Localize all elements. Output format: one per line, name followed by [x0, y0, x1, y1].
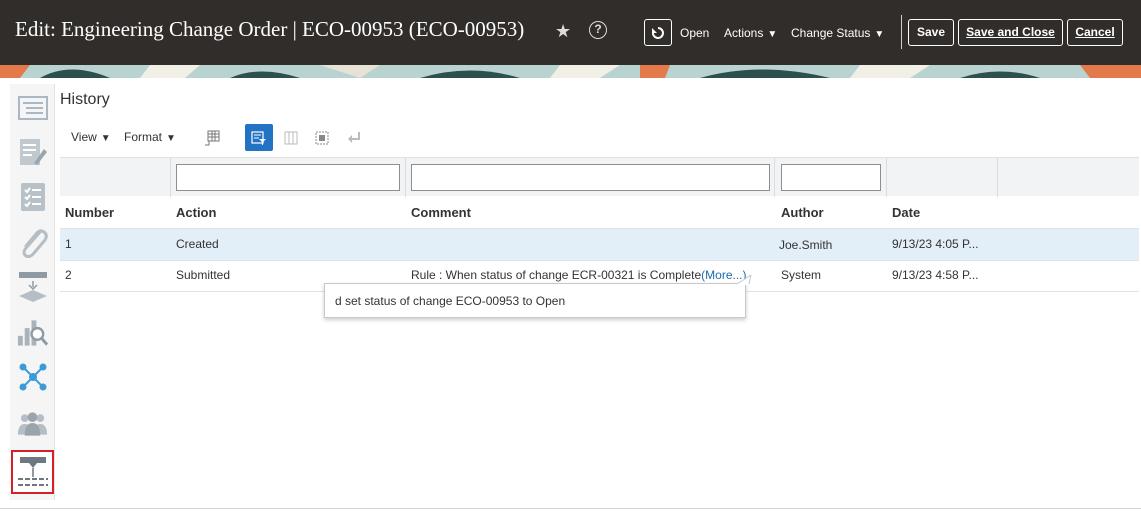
row-action: Created — [176, 237, 219, 251]
save-button[interactable]: Save — [908, 19, 954, 46]
chevron-down-icon: ▼ — [166, 133, 176, 144]
wrap-icon[interactable] — [340, 124, 368, 151]
header-divider — [901, 15, 902, 49]
change-status-menu[interactable]: Change Status ▼ — [791, 26, 884, 40]
column-separator — [170, 158, 171, 197]
bottom-divider — [0, 508, 1141, 509]
page-header: Edit: Engineering Change Order | ECO-009… — [0, 0, 1141, 65]
comment-filter-input[interactable] — [411, 164, 770, 191]
relationships-icon[interactable] — [16, 360, 49, 393]
column-separator — [774, 158, 775, 197]
chevron-down-icon: ▼ — [100, 133, 111, 144]
filter-row — [60, 157, 1139, 197]
row-date: 9/13/23 4:05 P... — [892, 237, 979, 251]
row-date: 9/13/23 4:58 P... — [892, 268, 979, 282]
save-and-close-button[interactable]: Save and Close — [958, 19, 1063, 46]
change-lines-icon[interactable] — [16, 270, 49, 303]
tooltip-text: d set status of change ECO-00953 to Open — [335, 294, 566, 308]
format-menu[interactable]: Format ▼ — [124, 130, 176, 144]
status-label: Open — [680, 26, 710, 40]
chevron-down-icon: ▼ — [874, 29, 885, 40]
row-comment: Rule : When status of change ECR-00321 i… — [411, 268, 747, 282]
change-status-label: Change Status — [791, 26, 871, 40]
actions-menu[interactable]: Actions ▼ — [724, 26, 777, 40]
page-title: Edit: Engineering Change Order | ECO-009… — [15, 17, 525, 41]
history-icon[interactable] — [11, 450, 54, 494]
column-header-author[interactable]: Author — [781, 205, 824, 220]
attachment-icon[interactable] — [16, 225, 49, 258]
columns-icon[interactable] — [277, 124, 305, 151]
action-filter-input[interactable] — [176, 164, 400, 191]
comment-tooltip: d set status of change ECO-00953 to Open — [324, 283, 746, 318]
freeze-columns-icon[interactable] — [198, 124, 226, 151]
overview-icon[interactable] — [16, 91, 49, 124]
row-number: 2 — [65, 268, 72, 282]
column-header-date[interactable]: Date — [892, 205, 920, 220]
column-separator — [886, 158, 887, 197]
cancel-button[interactable]: Cancel — [1067, 19, 1123, 46]
column-separator — [405, 158, 406, 197]
column-separator — [997, 158, 998, 197]
column-header-comment[interactable]: Comment — [411, 205, 471, 220]
row-author: System — [781, 268, 822, 282]
column-header-number[interactable]: Number — [65, 205, 114, 220]
actions-label: Actions — [724, 26, 764, 40]
edit-document-icon[interactable] — [16, 135, 49, 168]
help-icon[interactable]: ? — [589, 21, 607, 39]
chevron-down-icon: ▼ — [767, 29, 778, 40]
team-icon[interactable] — [16, 406, 49, 439]
query-by-example-icon[interactable] — [245, 124, 273, 151]
decorative-banner — [0, 65, 1141, 78]
format-label: Format — [124, 130, 163, 144]
status-refresh-button[interactable] — [644, 19, 672, 46]
refresh-icon — [651, 26, 664, 39]
detach-icon[interactable] — [308, 124, 336, 151]
row-action: Submitted — [176, 268, 231, 282]
search-analysis-icon[interactable] — [16, 315, 49, 348]
view-label: View — [71, 130, 97, 144]
author-filter-input[interactable] — [781, 164, 881, 191]
side-navigation — [10, 84, 55, 500]
favorite-star-icon[interactable]: ★ — [555, 21, 571, 42]
view-menu[interactable]: View ▼ — [71, 130, 111, 144]
row-number: 1 — [65, 237, 72, 251]
row-comment-text: Rule : When status of change ECR-00321 i… — [411, 268, 702, 282]
history-section-title: History — [60, 91, 110, 108]
checklist-icon[interactable] — [16, 180, 49, 213]
row-author: Joe.Smith — [779, 238, 833, 252]
tooltip-pointer — [737, 275, 752, 285]
column-header-action[interactable]: Action — [176, 205, 216, 220]
